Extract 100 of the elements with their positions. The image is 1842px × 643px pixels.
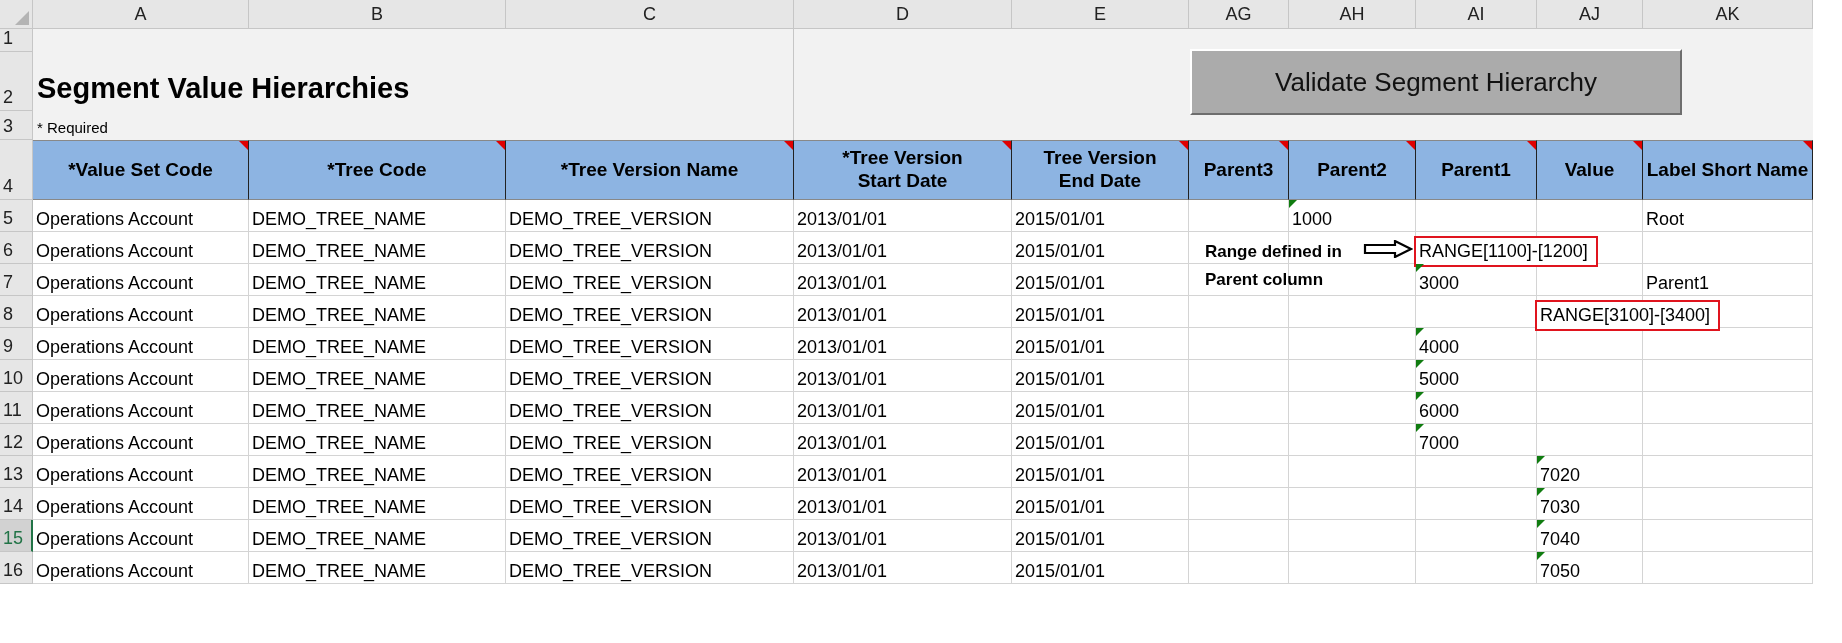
- row-header[interactable]: 16: [0, 552, 33, 584]
- row-header[interactable]: 9: [0, 328, 33, 360]
- table-cell-text: DEMO_TREE_VERSION: [508, 496, 714, 520]
- column-header[interactable]: D: [794, 0, 1012, 29]
- table-cell-text: DEMO_TREE_NAME: [251, 464, 428, 488]
- table-cell-text: DEMO_TREE_VERSION: [508, 400, 714, 424]
- highlighted-text: RANGE[1100]-[1200]: [1414, 236, 1598, 267]
- table-cell-text: 2015/01/01: [1014, 304, 1107, 327]
- table-cell-text: DEMO_TREE_NAME: [251, 368, 428, 392]
- row-header[interactable]: 10: [0, 360, 33, 392]
- table-cell-text: Operations Account: [35, 368, 195, 391]
- table-cell: 5000: [1419, 369, 1460, 390]
- table-cell: Root: [1646, 209, 1685, 230]
- table-cell-text: 2015/01/01: [1014, 240, 1107, 263]
- table-cell-text: DEMO_TREE_VERSION: [508, 304, 714, 328]
- table-cell-text: DEMO_TREE_NAME: [251, 304, 428, 328]
- table-cell-text: 2015/01/01: [1014, 368, 1107, 391]
- row-header[interactable]: 7: [0, 264, 33, 296]
- table-cell-text: DEMO_TREE_VERSION: [508, 464, 714, 488]
- table-cell-text: Operations Account: [35, 560, 195, 583]
- table-cell: 7040: [1540, 529, 1581, 550]
- table-cell-text: Operations Account: [35, 208, 195, 231]
- table-cell: 1000: [1292, 209, 1333, 230]
- table-cell-text: DEMO_TREE_VERSION: [508, 560, 714, 584]
- table-cell: 6000: [1419, 401, 1460, 422]
- table-cell: 7030: [1540, 497, 1581, 518]
- table-cell-text: 2013/01/01: [796, 432, 889, 455]
- table-cell-text: DEMO_TREE_NAME: [251, 400, 428, 424]
- table-cell-text: DEMO_TREE_VERSION: [508, 528, 714, 552]
- row-header[interactable]: 8: [0, 296, 33, 328]
- column-header[interactable]: AI: [1416, 0, 1537, 29]
- row-header[interactable]: 14: [0, 488, 33, 520]
- row-header[interactable]: 11: [0, 392, 33, 424]
- table-cell-text: 2015/01/01: [1014, 528, 1107, 551]
- row-header[interactable]: 1: [0, 29, 33, 52]
- row-header[interactable]: 13: [0, 456, 33, 488]
- validate-button[interactable]: Validate Segment Hierarchy: [1190, 49, 1682, 115]
- annotation-text: Parent column: [1205, 269, 1325, 291]
- annotation-text: Range defined in: [1205, 241, 1342, 263]
- table-cell-text: Operations Account: [35, 464, 195, 487]
- table-cell-text: 2015/01/01: [1014, 464, 1107, 487]
- table-cell-text: DEMO_TREE_NAME: [251, 208, 428, 232]
- column-header[interactable]: AK: [1643, 0, 1813, 29]
- row-header[interactable]: 12: [0, 424, 33, 456]
- table-cell-text: 2013/01/01: [796, 368, 889, 391]
- header-cell: *Tree Version Name: [506, 140, 794, 200]
- table-cell-text: 2015/01/01: [1014, 272, 1107, 295]
- column-header[interactable]: AJ: [1537, 0, 1643, 29]
- table-cell-text: DEMO_TREE_VERSION: [508, 368, 714, 392]
- table-cell-text: DEMO_TREE_VERSION: [508, 208, 714, 232]
- table-cell-text: DEMO_TREE_NAME: [251, 432, 428, 456]
- arrow-icon: [1363, 240, 1413, 258]
- row-header[interactable]: 6: [0, 232, 33, 264]
- table-cell: 7020: [1540, 465, 1581, 486]
- row-header[interactable]: 15: [0, 520, 33, 552]
- table-cell: 3000: [1419, 273, 1460, 294]
- required-note: * Required: [36, 119, 109, 138]
- select-all-icon[interactable]: [15, 11, 29, 25]
- column-header[interactable]: AG: [1189, 0, 1289, 29]
- table-cell: 7050: [1540, 561, 1581, 582]
- table-cell-text: 2013/01/01: [796, 560, 889, 583]
- header-cell: Parent1: [1416, 140, 1537, 200]
- column-header[interactable]: E: [1012, 0, 1189, 29]
- table-cell-text: 2013/01/01: [796, 528, 889, 551]
- table-cell-text: 2013/01/01: [796, 496, 889, 519]
- row-header[interactable]: 3: [0, 111, 33, 140]
- table-cell: Parent1: [1646, 273, 1710, 294]
- header-cell: Label Short Name: [1643, 140, 1813, 200]
- column-header[interactable]: A: [33, 0, 249, 29]
- table-cell-text: Operations Account: [35, 432, 195, 455]
- table-cell-text: DEMO_TREE_VERSION: [508, 336, 714, 360]
- table-cell-text: 2013/01/01: [796, 336, 889, 359]
- table-cell-text: DEMO_TREE_NAME: [251, 272, 428, 296]
- table-cell-text: DEMO_TREE_VERSION: [508, 432, 714, 456]
- table-cell: 4000: [1419, 337, 1460, 358]
- row-header[interactable]: 2: [0, 52, 33, 111]
- table-cell-text: 2013/01/01: [796, 464, 889, 487]
- table-cell-text: DEMO_TREE_NAME: [251, 240, 428, 264]
- table-cell-text: DEMO_TREE_NAME: [251, 528, 428, 552]
- highlighted-text: RANGE[3100]-[3400]: [1535, 300, 1721, 331]
- table-cell-text: 2013/01/01: [796, 400, 889, 423]
- sheet-title: Segment Value Hierarchies: [36, 72, 411, 106]
- row-header[interactable]: 4: [0, 140, 33, 200]
- table-cell-text: 2013/01/01: [796, 208, 889, 231]
- header-cell: Parent2: [1289, 140, 1416, 200]
- column-header[interactable]: AH: [1289, 0, 1416, 29]
- table-cell-text: 2015/01/01: [1014, 400, 1107, 423]
- table-cell-text: 2013/01/01: [796, 240, 889, 263]
- header-cell: Parent3: [1189, 140, 1289, 200]
- row-header[interactable]: 5: [0, 200, 33, 232]
- table-cell-text: Operations Account: [35, 528, 195, 551]
- table-cell-text: DEMO_TREE_NAME: [251, 336, 428, 360]
- table-cell-text: 2015/01/01: [1014, 496, 1107, 519]
- header-cell: Tree Version End Date: [1012, 140, 1189, 200]
- table-cell: 7000: [1419, 433, 1460, 454]
- table-cell-text: Operations Account: [35, 240, 195, 263]
- column-header[interactable]: C: [506, 0, 794, 29]
- column-header[interactable]: B: [249, 0, 506, 29]
- table-cell-text: 2015/01/01: [1014, 336, 1107, 359]
- table-cell-text: 2013/01/01: [796, 304, 889, 327]
